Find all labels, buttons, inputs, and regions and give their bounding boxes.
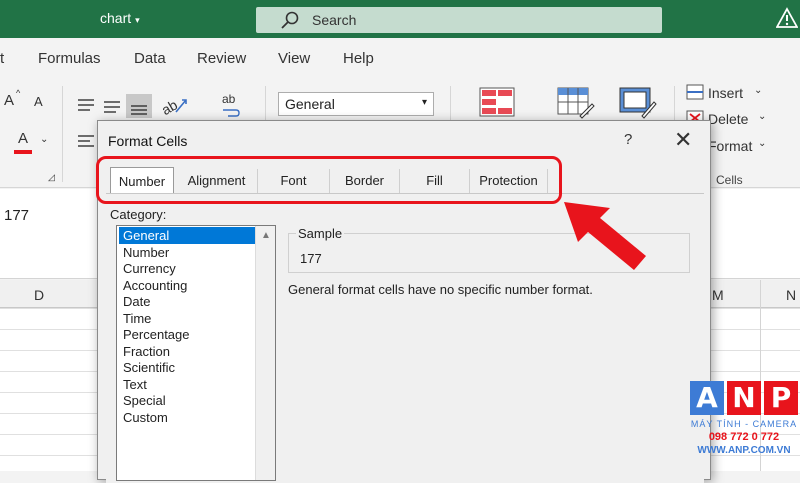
column-header-m[interactable]: M [712, 287, 724, 303]
category-item-custom[interactable]: Custom [119, 409, 255, 426]
category-item-date[interactable]: Date [119, 293, 255, 310]
align-left-icon[interactable] [76, 132, 98, 152]
number-format-value: General [285, 96, 335, 112]
caret-up-icon: ^ [16, 88, 21, 98]
conditional-formatting-icon[interactable] [478, 86, 516, 118]
column-header-d[interactable]: D [34, 287, 44, 303]
wrap-text-button[interactable]: ab [222, 92, 235, 106]
category-list[interactable]: General Number Currency Accounting Date … [116, 225, 276, 481]
sample-value: 177 [300, 251, 322, 266]
search-icon [281, 11, 299, 29]
font-color-button[interactable]: A [18, 130, 28, 147]
search-box[interactable]: Search [256, 7, 662, 33]
insert-cells-icon [686, 84, 704, 100]
format-button[interactable]: Format [708, 138, 752, 154]
category-item-currency[interactable]: Currency [119, 260, 255, 277]
watermark-subtitle: MÁY TÍNH - CAMERA [690, 419, 798, 429]
format-as-table-icon[interactable] [556, 86, 596, 120]
number-format-dropdown[interactable]: General ▾ [278, 92, 434, 116]
category-item-percentage[interactable]: Percentage [119, 326, 255, 343]
category-item-scientific[interactable]: Scientific [119, 359, 255, 376]
category-label: Category: [110, 207, 167, 222]
group-divider [62, 86, 63, 182]
menu-item-help[interactable]: Help [343, 50, 374, 67]
menu-bar: t Formulas Data Review View Help [0, 38, 800, 78]
orientation-icon[interactable]: ab [160, 92, 194, 118]
document-title-text: chart [100, 10, 132, 26]
document-title[interactable]: chart ▾ [100, 10, 140, 26]
annotation-arrow-icon [564, 202, 646, 270]
close-icon[interactable]: ✕ [674, 127, 692, 153]
anp-watermark: A N P MÁY TÍNH - CAMERA 098 772 0 772 WW… [688, 381, 800, 471]
category-item-time[interactable]: Time [119, 310, 255, 327]
category-item-number[interactable]: Number [119, 244, 255, 261]
watermark-website: WWW.ANP.COM.VN [697, 445, 791, 456]
category-item-accounting[interactable]: Accounting [119, 277, 255, 294]
cell-styles-icon[interactable] [618, 86, 658, 120]
title-bar: chart ▾ Search [0, 0, 800, 38]
search-placeholder: Search [312, 12, 357, 28]
format-description: General format cells have no specific nu… [288, 282, 593, 297]
decrease-font-button[interactable]: A [34, 94, 43, 109]
formula-bar-value: 177 [4, 207, 30, 224]
sample-label: Sample [296, 226, 345, 241]
svg-text:ab: ab [160, 96, 180, 118]
menu-item-formulas[interactable]: Formulas [38, 50, 101, 67]
category-item-text[interactable]: Text [119, 376, 255, 393]
chevron-down-icon[interactable]: ⌄ [40, 134, 48, 145]
chevron-down-icon[interactable]: ⌄ [758, 111, 766, 122]
category-item-special[interactable]: Special [119, 392, 255, 409]
help-icon[interactable]: ? [624, 131, 632, 148]
chevron-down-icon[interactable]: ⌄ [754, 85, 762, 96]
font-color-swatch [14, 150, 32, 154]
category-scrollbar[interactable]: ▲ [255, 226, 275, 480]
align-buttons[interactable] [74, 94, 158, 118]
column-header-n[interactable]: N [786, 287, 796, 303]
insert-button[interactable]: Insert [708, 85, 743, 101]
watermark-phone: 098 772 0 772 [708, 431, 780, 443]
tab-highlight-annotation [96, 156, 562, 204]
watermark-letter: A [690, 381, 724, 415]
scroll-up-icon[interactable]: ▲ [261, 230, 271, 241]
delete-button[interactable]: Delete [708, 111, 748, 127]
chevron-down-icon: ▾ [421, 97, 427, 108]
category-item-general[interactable]: General [119, 227, 255, 244]
watermark-letter: N [727, 381, 761, 415]
menu-item-home-partial[interactable]: t [0, 50, 4, 67]
chevron-down-icon[interactable]: ▾ [135, 15, 140, 25]
menu-item-view[interactable]: View [278, 50, 310, 67]
wrap-text-icon [223, 109, 240, 117]
dialog-launcher-icon[interactable]: ◿ [48, 172, 55, 183]
cells-group-label: Cells [716, 173, 743, 187]
dialog-title: Format Cells [108, 133, 188, 149]
chevron-down-icon[interactable]: ⌄ [758, 138, 766, 149]
category-item-fraction[interactable]: Fraction [119, 343, 255, 360]
menu-item-data[interactable]: Data [134, 50, 166, 67]
warning-icon[interactable] [776, 7, 798, 29]
increase-font-button[interactable]: A [4, 92, 14, 109]
menu-item-review[interactable]: Review [197, 50, 246, 67]
watermark-letter: P [764, 381, 798, 415]
